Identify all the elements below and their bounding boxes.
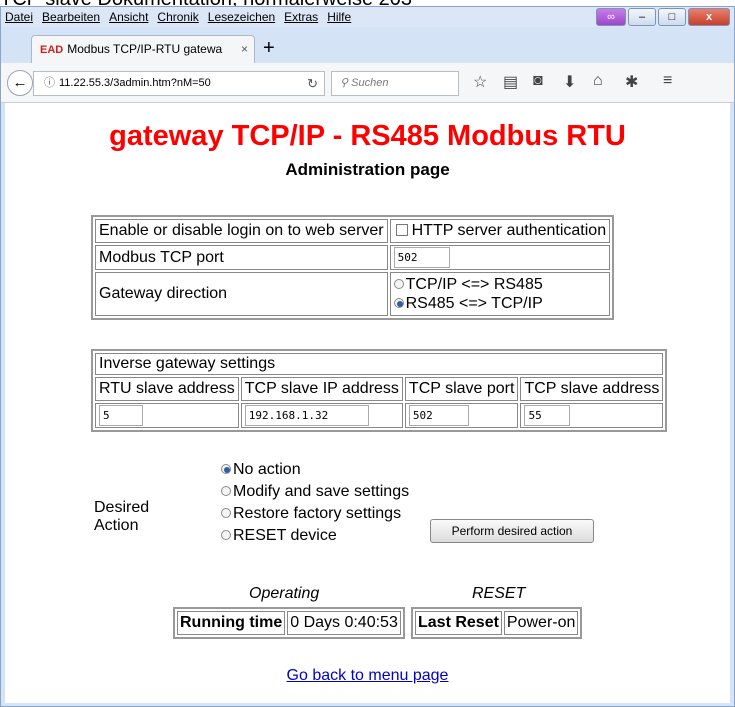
action-option-0: No action	[233, 461, 301, 478]
favicon-icon: EAD	[40, 44, 64, 56]
pocket-icon[interactable]: ◙	[533, 72, 543, 90]
tcp-port-cell: 502	[404, 403, 519, 428]
action-radio-restore[interactable]	[221, 508, 231, 518]
page-subtitle: Administration page	[285, 160, 450, 179]
direction-label: Gateway direction	[95, 272, 388, 316]
port-input[interactable]: 502	[393, 247, 450, 268]
direction-radio-1[interactable]	[393, 298, 404, 308]
menu-hilfe[interactable]: Hilfe	[327, 10, 351, 24]
col-rtu-slave-address: RTU slave address	[95, 377, 239, 401]
page-content: gateway TCP/IP - RS485 Modbus RTU Admini…	[5, 103, 730, 703]
bookmark-star-icon[interactable]: ☆	[473, 72, 487, 92]
menu-datei[interactable]: Datei	[5, 10, 33, 24]
menu-ansicht[interactable]: Ansicht	[109, 10, 148, 24]
rtu-address-cell: 5	[95, 403, 239, 428]
http-auth-checkbox[interactable]	[395, 224, 408, 236]
reset-caption: RESET	[472, 585, 526, 602]
running-time-table: Running time 0 Days 0:40:53	[173, 607, 405, 639]
tcp-ip-cell: 192.168.1.32	[240, 403, 403, 428]
login-label: Enable or disable login on to web server	[95, 219, 388, 243]
action-option-3: RESET device	[233, 527, 337, 544]
operating-caption: Operating	[249, 585, 320, 602]
action-options: No action Modify and save settings Resto…	[221, 459, 409, 547]
home-icon[interactable]: ⌂	[593, 72, 603, 90]
menu-bearbeiten[interactable]: Bearbeiten	[42, 10, 100, 24]
port-cell: 502	[389, 245, 611, 270]
action-radio-reset[interactable]	[221, 530, 231, 540]
back-to-menu-link[interactable]: Go back to menu page	[5, 667, 730, 685]
search-placeholder: Suchen	[351, 77, 389, 89]
maximize-button[interactable]: □	[658, 8, 686, 26]
action-radio-modify[interactable]	[221, 486, 231, 496]
menu-bar: Datei Bearbeiten Ansicht Chronik Lesezeichen…	[1, 7, 734, 27]
tab-bar: EAD Modbus TCP/IP-RTU gatewa × +	[1, 33, 734, 63]
direction-radio-0[interactable]	[393, 279, 404, 289]
new-tab-button[interactable]: +	[263, 35, 275, 61]
window-controls: ∞ – □ x	[596, 8, 730, 26]
url-text: 11.22.55.3/3admin.htm?nM=50	[59, 77, 211, 89]
http-auth-label: HTTP server authentication	[411, 222, 607, 239]
search-icon: ⚲	[340, 77, 349, 89]
browser-window: Datei Bearbeiten Ansicht Chronik Lesezeichen…	[0, 6, 735, 707]
menu-lesezeichen[interactable]: Lesezeichen	[208, 10, 275, 24]
col-tcp-slave-address: TCP slave address	[520, 377, 664, 401]
download-icon[interactable]: ⬇	[563, 72, 576, 92]
port-label: Modbus TCP port	[95, 245, 388, 270]
settings-table: Enable or disable login on to web server…	[91, 215, 615, 320]
http-auth-cell: HTTP server authentication	[389, 219, 611, 243]
tcp-address-cell: 55	[520, 403, 664, 428]
tcp-address-input[interactable]: 55	[524, 405, 571, 426]
tab-gateway[interactable]: EAD Modbus TCP/IP-RTU gatewa ×	[31, 35, 255, 63]
url-bar[interactable]: ⓘ 11.22.55.3/3admin.htm?nM=50 ↻	[33, 71, 325, 96]
extension-icon[interactable]: ✱	[625, 72, 638, 92]
page-title: gateway TCP/IP - RS485 Modbus RTU	[109, 120, 626, 152]
action-option-1: Modify and save settings	[233, 483, 410, 500]
running-time-value: 0 Days 0:40:53	[287, 611, 401, 635]
tab-title: Modbus TCP/IP-RTU gatewa	[67, 42, 223, 56]
direction-cell: TCP/IP <=> RS485 RS485 <=> TCP/IP	[389, 272, 611, 316]
private-mask-icon[interactable]: ∞	[596, 8, 626, 26]
last-reset-value: Power-on	[503, 611, 579, 635]
back-button[interactable]: ←	[7, 70, 33, 96]
col-tcp-slave-port: TCP slave port	[404, 377, 519, 401]
perform-action-button[interactable]: Perform desired action	[430, 519, 594, 543]
action-option-2: Restore factory settings	[233, 505, 402, 522]
info-icon[interactable]: ⓘ	[44, 77, 55, 89]
tcp-port-input[interactable]: 502	[408, 405, 469, 426]
reading-list-icon[interactable]: ▤	[503, 72, 518, 92]
action-radio-no-action[interactable]	[221, 464, 231, 474]
direction-option-1: RS485 <=> TCP/IP	[405, 295, 543, 312]
last-reset-label: Last Reset	[415, 611, 502, 635]
rtu-address-input[interactable]: 5	[99, 405, 143, 426]
tcp-ip-input[interactable]: 192.168.1.32	[244, 405, 369, 426]
col-tcp-slave-ip: TCP slave IP address	[240, 377, 403, 401]
tab-close-icon[interactable]: ×	[241, 36, 248, 62]
navigation-bar: ← ⓘ 11.22.55.3/3admin.htm?nM=50 ↻ ⚲ Suche…	[1, 63, 734, 103]
close-window-button[interactable]: x	[688, 8, 730, 26]
reload-icon[interactable]: ↻	[307, 72, 318, 95]
running-time-label: Running time	[177, 611, 286, 635]
inverse-settings-table: Inverse gateway settings RTU slave addre…	[91, 349, 668, 432]
hamburger-menu-icon[interactable]: ≡	[663, 72, 672, 90]
last-reset-table: Last Reset Power-on	[411, 607, 583, 639]
inverse-heading: Inverse gateway settings	[95, 353, 664, 375]
desired-action-label: Desired Action	[94, 499, 150, 534]
search-input[interactable]: ⚲ Suchen	[331, 71, 459, 96]
direction-option-0: TCP/IP <=> RS485	[405, 276, 543, 293]
menu-extras[interactable]: Extras	[284, 10, 318, 24]
minimize-button[interactable]: –	[628, 8, 656, 26]
menu-chronik[interactable]: Chronik	[157, 10, 198, 24]
